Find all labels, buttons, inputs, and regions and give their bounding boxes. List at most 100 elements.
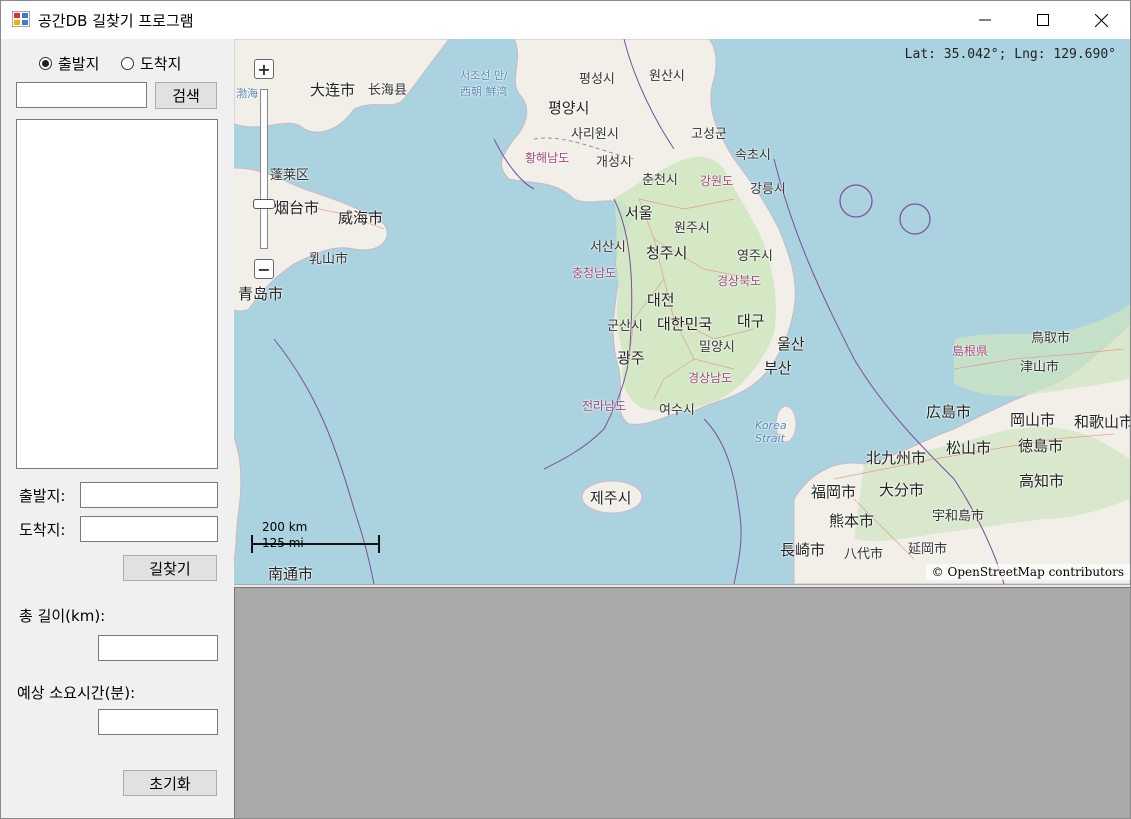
radio-end[interactable]: 도착지	[121, 53, 181, 74]
maximize-icon	[1037, 14, 1049, 26]
close-icon	[1094, 13, 1108, 27]
map-label-pyongyang: 평양시	[548, 99, 590, 117]
map-label-hiroshima: 広島市	[926, 403, 972, 421]
window-title: 공간DB 길찾기 프로그램	[38, 12, 194, 30]
app-window: 공간DB 길찾기 프로그램 출발지 도착지 검색 출발지: 도착지: 길찾기 총…	[0, 0, 1131, 819]
search-results-list[interactable]	[16, 119, 218, 469]
map-label-sariwon: 사리원시	[571, 127, 619, 142]
map-label-uwajima: 宇和島市	[932, 509, 985, 524]
map-label-okayama: 岡山市	[1010, 411, 1056, 429]
map-label-wonsan: 원산시	[649, 69, 685, 84]
map-label-matsuyama: 松山市	[946, 439, 992, 457]
map-label-penglai: 蓬莱区	[270, 168, 310, 183]
map-label-cheongju: 청주시	[646, 244, 688, 262]
zoom-slider-thumb[interactable]	[253, 199, 275, 209]
search-input[interactable]	[16, 82, 147, 108]
maximize-button[interactable]	[1014, 1, 1072, 39]
total-length-label: 총 길이(km):	[19, 607, 106, 625]
app-icon	[12, 11, 30, 27]
control-panel: 출발지 도착지 검색 출발지: 도착지: 길찾기 총 길이(km): 예상 소요…	[1, 39, 234, 818]
map-label-kumamoto: 熊本市	[829, 512, 875, 530]
map-label-bohai: 渤海	[236, 87, 258, 100]
title-bar: 공간DB 길찾기 프로그램	[1, 1, 1130, 39]
map-label-fukuoka: 福岡市	[811, 483, 857, 501]
map-label-gangneung: 강릉시	[750, 182, 786, 197]
map-label-nobeoka: 延岡市	[908, 542, 948, 557]
map-label-yeongju: 영주시	[737, 249, 773, 264]
estimated-time-field[interactable]	[98, 709, 218, 735]
map-label-miryang: 밀양시	[699, 340, 735, 355]
radio-start[interactable]: 출발지	[39, 53, 99, 74]
radio-end-dot	[121, 57, 134, 70]
map-attribution[interactable]: © OpenStreetMap contributors	[925, 564, 1130, 580]
map-label-yatsushiro: 八代市	[844, 547, 884, 562]
start-field[interactable]	[80, 482, 218, 508]
map-label-nantong: 南通市	[268, 565, 314, 583]
end-field[interactable]	[80, 516, 218, 542]
coordinate-readout: Lat: 35.042°; Lng: 129.690°	[904, 47, 1116, 62]
map-label-gwangju: 광주	[617, 349, 645, 367]
map-label-gyeongnam: 경상남도	[688, 371, 733, 385]
map-label-gyeongbuk: 경상북도	[717, 274, 762, 288]
close-button[interactable]	[1072, 1, 1130, 39]
map-label-nagasaki: 長崎市	[780, 541, 826, 559]
map-label-goseong: 고성군	[691, 127, 727, 142]
find-route-button[interactable]: 길찾기	[123, 555, 217, 581]
search-button[interactable]: 검색	[155, 82, 217, 109]
map-label-chungnam: 충청남도	[572, 266, 617, 280]
map-label-tsuyama: 津山市	[1020, 360, 1060, 375]
map-label-gunsan: 군산시	[607, 319, 643, 334]
bottom-panel	[234, 587, 1130, 818]
zoom-slider[interactable]	[260, 89, 268, 249]
map-label-tottori: 鳥取市	[1031, 331, 1071, 346]
radio-start-label: 출발지	[58, 55, 100, 73]
map-label-kochi: 高知市	[1019, 472, 1065, 490]
start-label: 출발지:	[19, 487, 66, 505]
map-label-korea-strait: Korea Strait	[755, 419, 787, 445]
scale-mi: 125 mi	[262, 536, 304, 550]
scale-bar: 200 km 125 mi	[252, 520, 307, 550]
map-label-dalian: 大连市	[310, 81, 356, 99]
map-label-west-korea-bay: 서조선 만/西朝 鮮湾	[460, 69, 508, 98]
map-label-jeju: 제주시	[590, 489, 632, 507]
map-label-weihai: 威海市	[338, 209, 384, 227]
map-label-changhai: 长海县	[368, 83, 408, 98]
map-label-daegu: 대구	[737, 312, 765, 330]
end-label: 도착지:	[19, 521, 66, 539]
reset-button[interactable]: 초기화	[123, 770, 217, 796]
map-label-jeonnam: 전라남도	[582, 399, 627, 413]
map-label-tokushima: 徳島市	[1018, 437, 1064, 455]
map-label-chuncheon: 춘천시	[642, 173, 678, 188]
map-label-sokcho: 속초시	[735, 148, 771, 163]
minus-icon: −	[257, 259, 271, 279]
zoom-in-button[interactable]: +	[254, 59, 274, 79]
map-label-kaesong: 개성시	[596, 155, 632, 170]
map-label-seoul: 서울	[625, 204, 653, 222]
scale-km: 200 km	[262, 520, 308, 534]
map-label-hwanghae: 황해남도	[525, 151, 570, 165]
minimize-button[interactable]	[956, 1, 1014, 39]
map-label-wonju: 원주시	[674, 221, 710, 236]
map-label-qingdao: 青岛市	[238, 285, 284, 303]
estimated-time-label: 예상 소요시간(분):	[17, 684, 136, 702]
map-label-shimane: 島根県	[952, 344, 989, 358]
map-label-korea: 대한민국	[657, 315, 713, 333]
map-view[interactable]: + − 서울 평양시 대전 광주 대구 부산 울산 제주시 청주시 대한민국 원…	[234, 39, 1130, 584]
map-label-rushan: 乳山市	[309, 252, 349, 267]
map-label-busan: 부산	[764, 359, 792, 377]
minimize-icon	[979, 19, 991, 21]
map-label-ulsan: 울산	[777, 335, 805, 353]
zoom-out-button[interactable]: −	[254, 259, 274, 279]
map-label-gangwon: 강원도	[700, 174, 734, 188]
map-label-pyeongseong: 평성시	[579, 72, 615, 87]
map-label-wakayama: 和歌山市	[1074, 413, 1130, 431]
map-basemap	[234, 39, 1130, 584]
radio-end-label: 도착지	[140, 55, 182, 73]
map-label-kitakyushu: 北九州市	[866, 449, 927, 467]
plus-icon: +	[257, 59, 271, 79]
map-label-yeosu: 여수시	[659, 403, 695, 418]
map-label-seosan: 서산시	[590, 240, 626, 255]
map-label-yantai: 烟台市	[274, 199, 320, 217]
total-length-field[interactable]	[98, 635, 218, 661]
radio-start-dot	[39, 57, 52, 70]
